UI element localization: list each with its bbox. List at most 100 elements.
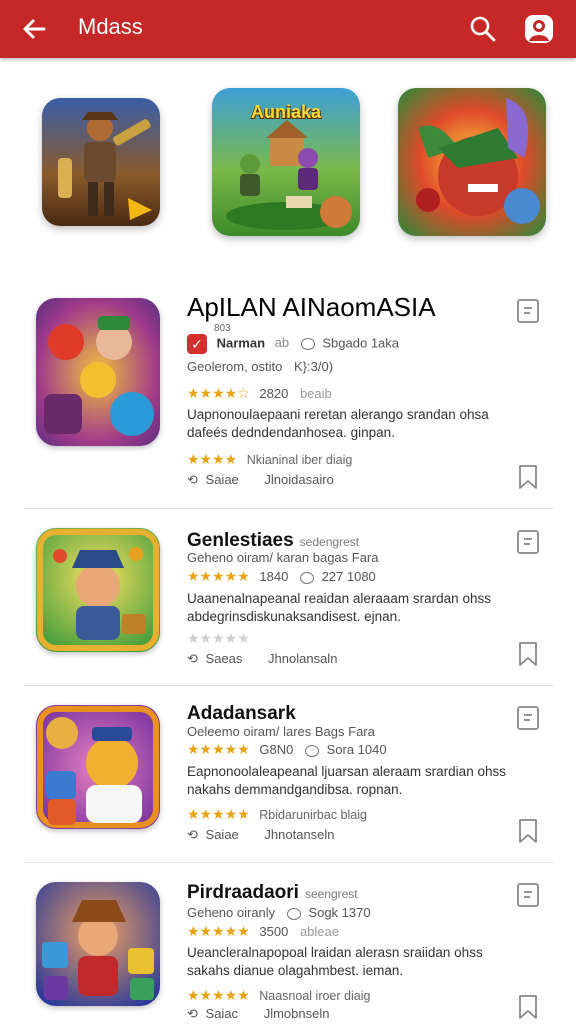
- game-art-icon: [36, 528, 160, 652]
- tag-label: Nkianinal iber diaig: [246, 453, 353, 467]
- app-name[interactable]: Adadansark: [187, 703, 296, 725]
- downloads: Sbgado 1aka: [322, 335, 400, 351]
- rating-note: beaib: [299, 386, 332, 401]
- app-icon[interactable]: [36, 298, 160, 446]
- link-icon: ⟲: [187, 472, 198, 487]
- chat-bubble-icon: [299, 571, 314, 584]
- rating-stars-icon: ★★★★★: [187, 923, 250, 939]
- game-art-icon: [36, 705, 160, 829]
- chat-bubble-icon: [300, 338, 315, 350]
- footer-row: ⟲ Saiac Jlmobnseln: [187, 1006, 329, 1022]
- review-count: 227 1080: [321, 569, 376, 584]
- feature-tag: ★★★★★: [187, 630, 256, 647]
- featured-game-tile[interactable]: [398, 88, 546, 236]
- save-list-icon[interactable]: [516, 529, 540, 555]
- footer-category[interactable]: Saiae: [206, 827, 239, 842]
- footer-category[interactable]: Saiac: [206, 1006, 239, 1021]
- genre: Geolerom, ostito: [187, 359, 283, 374]
- developer-code: 803: [214, 323, 231, 334]
- divider: [24, 685, 554, 686]
- bookmark-icon[interactable]: [516, 464, 540, 490]
- chat-bubble-icon: [304, 744, 319, 757]
- genre-extra: K}:3/0): [294, 359, 334, 374]
- app-description: Uaanenalnapeanal reaidan aleraaam srarda…: [187, 591, 491, 624]
- link-icon: ⟲: [187, 651, 198, 666]
- link-icon: ⟲: [187, 827, 198, 842]
- app-name-label: Pirdraadaori: [187, 882, 299, 903]
- featured-game-tile[interactable]: [42, 98, 160, 226]
- tag-stars-icon: ★★★★★: [187, 987, 250, 1003]
- meta-text: Geheno oiranly: [187, 905, 276, 920]
- meta-row: Geheno oiram/ karan bagas Fara: [187, 550, 379, 565]
- genre-row: Geolerom, ostito K}:3/0): [187, 359, 333, 374]
- footer-category[interactable]: Saiae: [206, 472, 239, 487]
- divider: [24, 508, 554, 509]
- app-icon[interactable]: [36, 528, 160, 652]
- app-description: Ueancleralnapopoal lraidan alerasn sraii…: [187, 945, 483, 978]
- footer-row: ⟲ Saeas Jhnolansaln: [187, 651, 337, 667]
- divider: [24, 862, 554, 863]
- meta-row: Geheno oiranly Sogk 1370: [187, 905, 371, 920]
- game-art-icon: [36, 298, 160, 446]
- feature-tag: ★★★★★ Naasnoal iroer diaig: [187, 987, 370, 1004]
- rating-row: ★★★★★ 1840 227 1080: [187, 568, 376, 585]
- footer-subcategory[interactable]: Jlmobnseln: [264, 1006, 330, 1021]
- link-icon: ⟲: [187, 1006, 198, 1021]
- app-icon[interactable]: [36, 705, 160, 829]
- footer-subcategory[interactable]: Jlnoidasairo: [264, 472, 333, 487]
- app-name-suffix: sedengrest: [299, 535, 360, 549]
- app-description: Eapnonoolaleapeanal ljuarsan aleraam sra…: [187, 764, 506, 797]
- rating-count: G8N0: [259, 742, 294, 757]
- app-name[interactable]: ApILAN AINaomASIA: [187, 292, 436, 323]
- feature-tag: ★★★★★ Rbidarunirbac blaig: [187, 806, 367, 823]
- developer-note: ab: [274, 335, 290, 351]
- review-count: Sora 1040: [326, 742, 387, 757]
- rating-count: 1840: [259, 569, 289, 584]
- rating-row: ★★★★☆ 2820 beaib: [187, 385, 332, 402]
- save-list-icon[interactable]: [516, 705, 540, 731]
- back-arrow-icon[interactable]: [18, 14, 50, 44]
- featured-game-art-icon: [42, 98, 160, 226]
- tag-stars-icon: ★★★★★: [187, 630, 250, 646]
- app-name-label: Genlestiaes: [187, 530, 294, 551]
- game-art-icon: [36, 882, 160, 1006]
- bookmark-icon[interactable]: [516, 818, 540, 844]
- featured-game-tile[interactable]: Auniaka: [212, 88, 360, 236]
- rating-count: 2820: [259, 386, 289, 401]
- save-list-icon[interactable]: [516, 882, 540, 908]
- footer-category[interactable]: Saeas: [206, 651, 243, 666]
- rating-stars-icon: ★★★★★: [187, 568, 250, 584]
- footer-row: ⟲ Saiae Jlnoidasairo: [187, 472, 334, 488]
- rating-row: ★★★★★ G8N0 Sora 1040: [187, 741, 387, 758]
- app-name-suffix: seengrest: [304, 887, 358, 901]
- developer-row: ✓ Narman ab Sbgado 1aka: [187, 334, 399, 354]
- rating-note: ableae: [299, 924, 339, 939]
- profile-icon[interactable]: [522, 12, 556, 46]
- app-name[interactable]: Pirdraadaori seengrest: [187, 882, 358, 904]
- featured-carousel: Auniaka: [0, 88, 576, 248]
- rating-row: ★★★★★ 3500 ableae: [187, 923, 339, 940]
- developer-name[interactable]: Narman: [217, 335, 265, 350]
- feature-tag: ★★★★ Nkianinal iber diaig: [187, 451, 352, 468]
- app-bar: Mdass: [0, 0, 576, 58]
- rating-stars-icon: ★★★★☆: [187, 385, 250, 401]
- tag-stars-icon: ★★★★★: [187, 806, 250, 822]
- verified-check-icon: ✓: [187, 334, 207, 354]
- tag-label: Naasnoal iroer diaig: [259, 989, 371, 1003]
- app-icon[interactable]: [36, 882, 160, 1006]
- search-icon[interactable]: [468, 14, 498, 44]
- app-name[interactable]: Genlestiaes sedengrest: [187, 530, 359, 552]
- tag-label: Rbidarunirbac blaig: [259, 808, 367, 822]
- footer-subcategory[interactable]: Jhnolansaln: [268, 651, 337, 666]
- save-list-icon[interactable]: [516, 298, 540, 324]
- bookmark-icon[interactable]: [516, 641, 540, 667]
- featured-game-caption: Auniaka: [250, 102, 322, 122]
- review-count: Sogk 1370: [308, 905, 371, 920]
- footer-subcategory[interactable]: Jhnotanseln: [264, 827, 334, 842]
- meta-row: Oeleemo oiram/ lares Bags Fara: [187, 724, 375, 739]
- rating-count: 3500: [259, 924, 289, 939]
- app-description: Uapnonoulaepaani reretan alerango sranda…: [187, 407, 489, 440]
- footer-row: ⟲ Saiae Jhnotanseln: [187, 827, 335, 843]
- rating-stars-icon: ★★★★★: [187, 741, 250, 757]
- bookmark-icon[interactable]: [516, 994, 540, 1020]
